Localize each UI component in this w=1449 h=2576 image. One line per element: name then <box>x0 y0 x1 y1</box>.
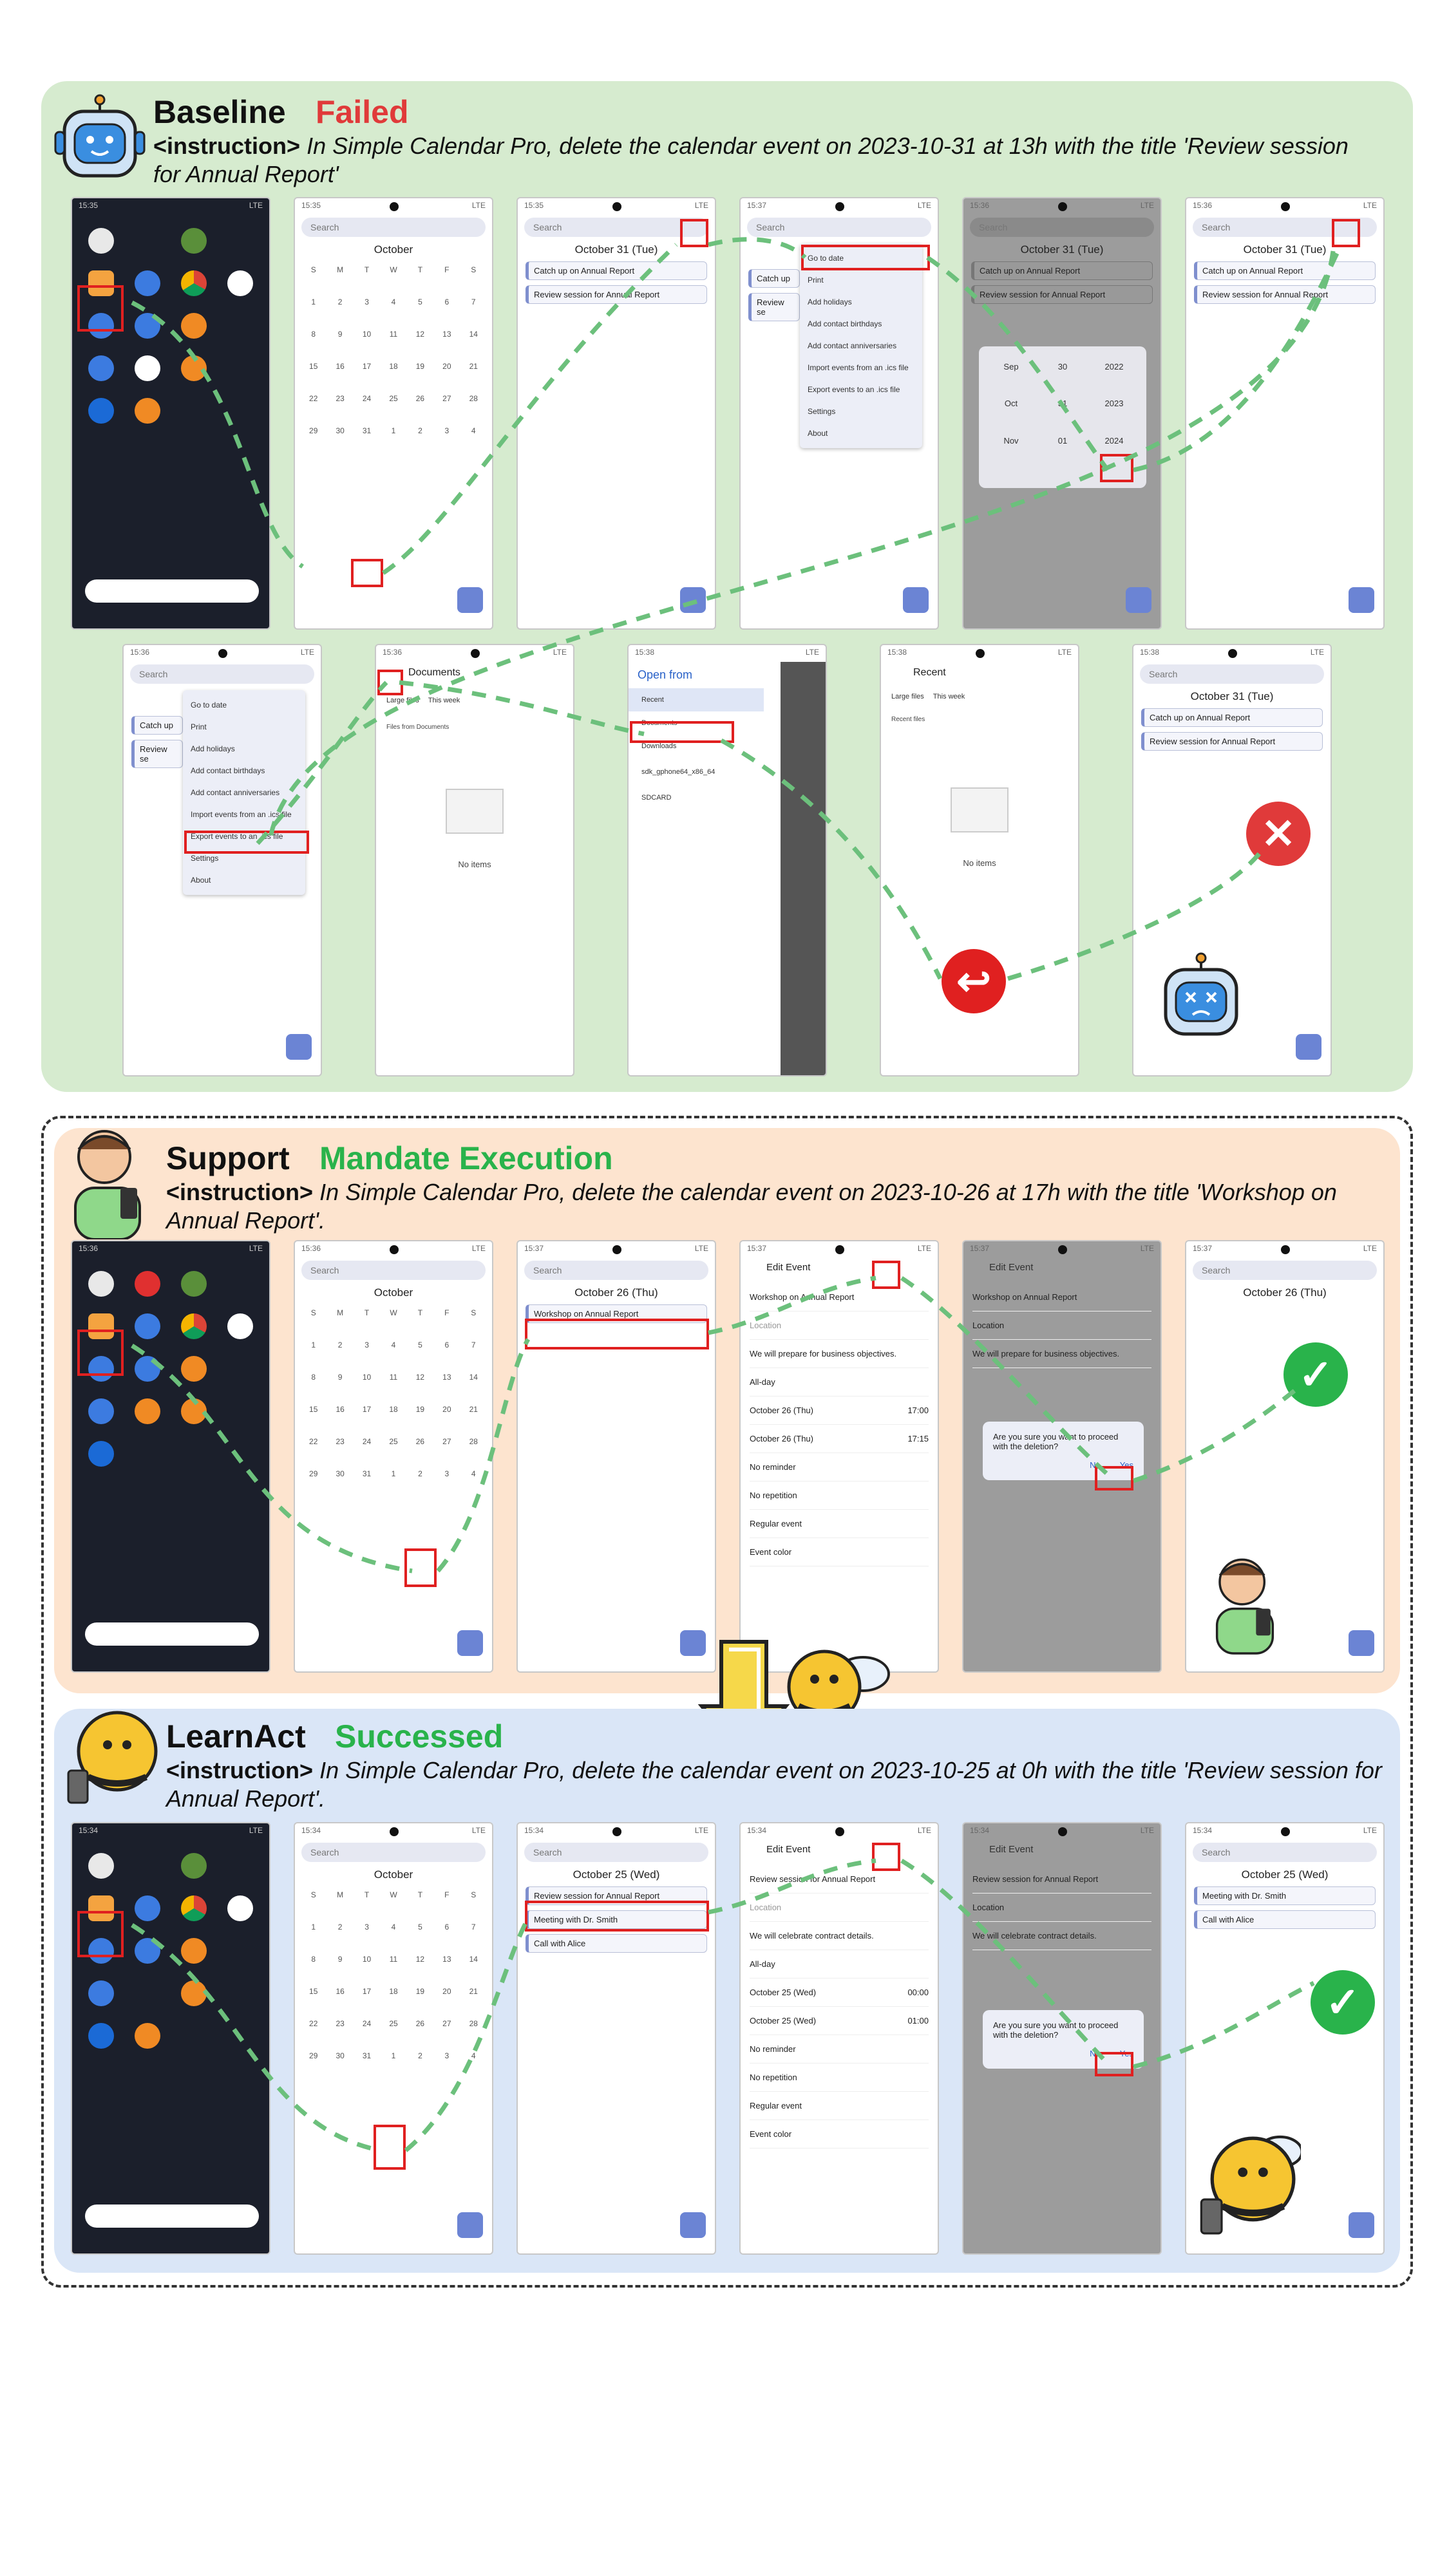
learnact-flow-arrows <box>131 1858 1315 2153</box>
support-flow-arrows <box>131 1275 1296 1574</box>
